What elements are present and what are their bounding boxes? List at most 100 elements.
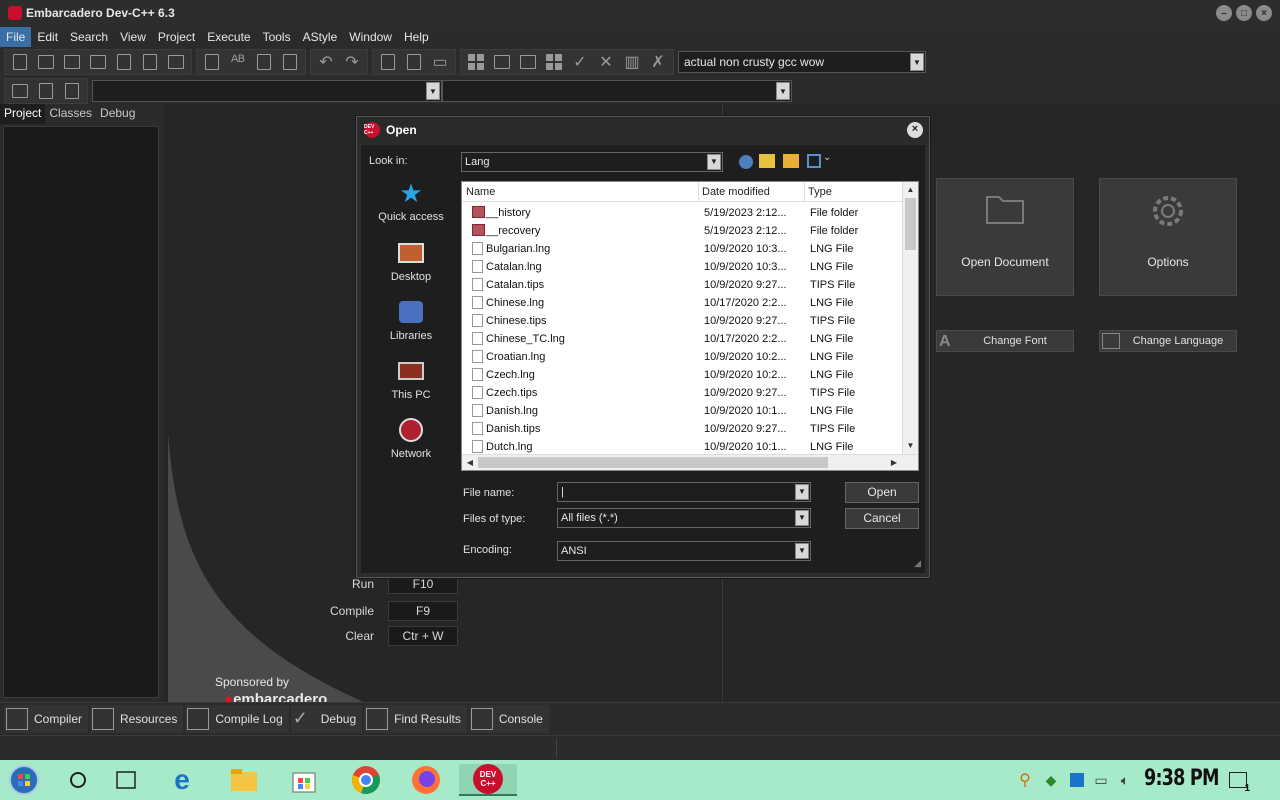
place-desktop[interactable]: Desktop: [371, 239, 451, 283]
tab-resources[interactable]: Resources: [90, 704, 184, 733]
new-file-icon[interactable]: [7, 50, 33, 74]
network-tray-icon[interactable]: ▭: [1090, 764, 1112, 796]
tab-project[interactable]: Project: [0, 104, 46, 124]
file-row[interactable]: Czech.tips 10/9/2020 9:27... TIPS File: [462, 384, 902, 402]
shield-tray-icon[interactable]: ◆: [1040, 764, 1062, 796]
change-font-button[interactable]: A Change Font: [936, 330, 1074, 352]
column-name[interactable]: Name: [466, 186, 495, 198]
open-button[interactable]: Open: [845, 482, 919, 503]
undo-icon[interactable]: ↶: [313, 50, 339, 74]
cancel-button[interactable]: Cancel: [845, 508, 919, 529]
file-row[interactable]: Danish.lng 10/9/2020 10:1... LNG File: [462, 402, 902, 420]
file-row[interactable]: Chinese.tips 10/9/2020 9:27... TIPS File: [462, 312, 902, 330]
key-tray-icon[interactable]: ⚲: [1014, 764, 1036, 796]
close-file-icon[interactable]: [111, 50, 137, 74]
task-view-icon[interactable]: [110, 764, 142, 796]
chrome-icon[interactable]: [350, 764, 382, 796]
file-row[interactable]: Croatian.lng 10/9/2020 10:2... LNG File: [462, 348, 902, 366]
edge-browser-icon[interactable]: e: [166, 764, 198, 796]
firefox-icon[interactable]: [410, 764, 442, 796]
menu-file[interactable]: File: [0, 27, 32, 47]
function-select[interactable]: ▼: [442, 80, 792, 102]
place-this-pc[interactable]: This PC: [371, 357, 451, 401]
chevron-down-icon[interactable]: ▼: [795, 543, 809, 559]
file-row[interactable]: Catalan.tips 10/9/2020 9:27... TIPS File: [462, 276, 902, 294]
scroll-down-icon[interactable]: ▼: [905, 440, 916, 452]
file-row[interactable]: __recovery 5/19/2023 2:12... File folder: [462, 222, 902, 240]
chevron-down-icon[interactable]: ▼: [910, 53, 924, 71]
menu-execute[interactable]: Execute: [201, 27, 256, 47]
change-language-button[interactable]: Change Language: [1099, 330, 1237, 352]
taskbar-clock[interactable]: 9:38 PM: [1144, 766, 1220, 791]
new-folder-icon[interactable]: [783, 154, 799, 168]
open-folder-icon[interactable]: [33, 50, 59, 74]
run-icon[interactable]: [489, 50, 515, 74]
remove-from-project-icon[interactable]: [401, 50, 427, 74]
chevron-down-icon[interactable]: ▼: [795, 484, 809, 500]
file-name-input[interactable]: | ▼: [557, 482, 811, 502]
compile-icon[interactable]: [463, 50, 489, 74]
volume-tray-icon[interactable]: 🔈︎: [1114, 764, 1136, 796]
menu-tools[interactable]: Tools: [257, 27, 297, 47]
chevron-down-icon[interactable]: ▼: [707, 154, 721, 170]
print-icon[interactable]: [163, 50, 189, 74]
class-select[interactable]: ▼: [92, 80, 442, 102]
close-all-icon[interactable]: [137, 50, 163, 74]
file-row[interactable]: Danish.tips 10/9/2020 9:27... TIPS File: [462, 420, 902, 438]
redo-icon[interactable]: ↷: [339, 50, 365, 74]
project-options-icon[interactable]: ▭: [427, 50, 453, 74]
compile-run-icon[interactable]: [515, 50, 541, 74]
start-button[interactable]: [8, 764, 40, 796]
rebuild-all-icon[interactable]: [541, 50, 567, 74]
tab-console[interactable]: Console: [468, 704, 549, 733]
options-button[interactable]: Options: [1099, 178, 1237, 296]
file-row[interactable]: __history 5/19/2023 2:12... File folder: [462, 204, 902, 222]
dialog-close-button[interactable]: ×: [907, 122, 923, 138]
tab-find-results[interactable]: Find Results: [364, 704, 467, 733]
open-document-button[interactable]: Open Document: [936, 178, 1074, 296]
replace-icon[interactable]: ᴬᴮ: [225, 50, 251, 74]
goto-bookmark-icon[interactable]: [59, 79, 85, 103]
vertical-scroll-thumb[interactable]: [905, 198, 916, 250]
find-icon[interactable]: [199, 50, 225, 74]
files-of-type-select[interactable]: All files (*.*) ▼: [557, 508, 811, 528]
back-icon[interactable]: [739, 155, 753, 169]
stop-execution-icon[interactable]: ✕: [593, 50, 619, 74]
up-folder-icon[interactable]: [759, 154, 775, 168]
resize-grip-icon[interactable]: ◢: [914, 558, 921, 569]
project-tree[interactable]: [3, 126, 159, 698]
tab-debug-output[interactable]: ✓ Debug: [290, 704, 363, 733]
save-icon[interactable]: [59, 50, 85, 74]
place-libraries[interactable]: Libraries: [371, 298, 451, 342]
maximize-button[interactable]: □: [1236, 5, 1252, 21]
tab-compile-log[interactable]: Compile Log: [185, 704, 289, 733]
place-network[interactable]: Network: [371, 416, 451, 460]
file-explorer-icon[interactable]: [228, 764, 260, 796]
goto-line-icon[interactable]: [251, 50, 277, 74]
compiler-select[interactable]: actual non crusty gcc wow ▼: [678, 51, 926, 73]
encoding-select[interactable]: ANSI ▼: [557, 541, 811, 561]
view-menu-icon[interactable]: [807, 154, 821, 168]
search-taskbar-icon[interactable]: [62, 764, 94, 796]
store-icon[interactable]: [288, 764, 320, 796]
chevron-down-icon[interactable]: ▼: [426, 82, 440, 100]
file-row[interactable]: Chinese_TC.lng 10/17/2020 2:2... LNG File: [462, 330, 902, 348]
menu-edit[interactable]: Edit: [31, 27, 64, 47]
file-row[interactable]: Catalan.lng 10/9/2020 10:3... LNG File: [462, 258, 902, 276]
save-all-icon[interactable]: [85, 50, 111, 74]
menu-search[interactable]: Search: [64, 27, 114, 47]
delete-profile-icon[interactable]: ✗: [645, 50, 671, 74]
tab-compiler[interactable]: Compiler: [4, 704, 89, 733]
insert-icon[interactable]: [7, 79, 33, 103]
chevron-down-icon[interactable]: ▼: [776, 82, 790, 100]
file-list[interactable]: Name Date modified Type __history 5/19/20…: [461, 181, 919, 471]
column-type[interactable]: Type: [808, 186, 832, 198]
scroll-up-icon[interactable]: ▲: [905, 184, 916, 196]
bookmark-icon[interactable]: [33, 79, 59, 103]
menu-project[interactable]: Project: [152, 27, 201, 47]
menu-window[interactable]: Window: [343, 27, 398, 47]
horizontal-scroll-thumb[interactable]: [478, 457, 828, 468]
syntax-check-icon[interactable]: ✓: [567, 50, 593, 74]
notification-center-icon[interactable]: 1: [1226, 764, 1250, 796]
horizontal-scrollbar[interactable]: ◀ ▶: [462, 454, 918, 470]
